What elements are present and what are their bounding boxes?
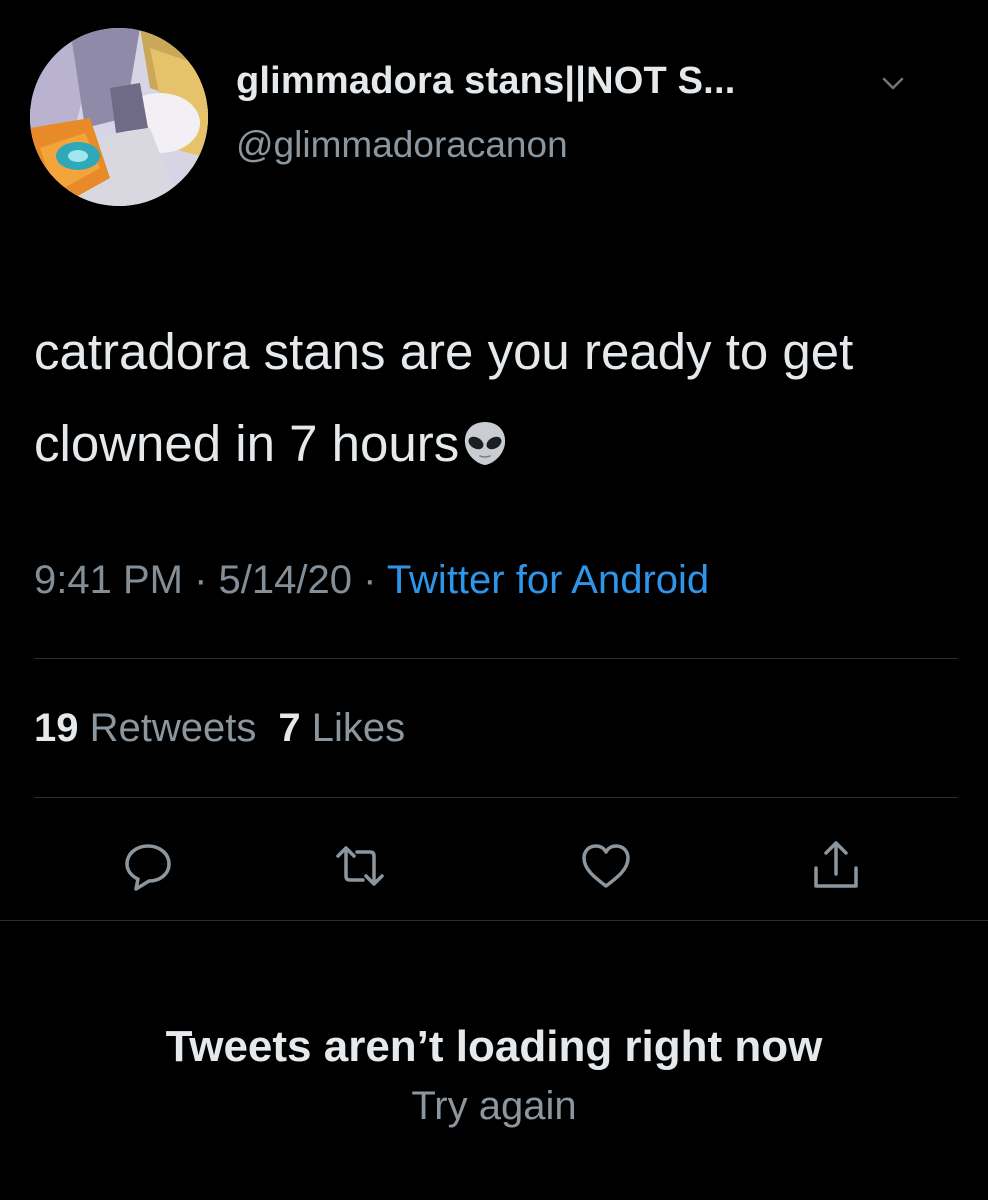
- reply-icon: [125, 844, 171, 891]
- retweets-count: 19: [34, 706, 79, 750]
- retweet-icon: [336, 846, 384, 886]
- error-message: Tweets aren’t loading right now: [165, 1022, 823, 1071]
- tweet-metadata: 9:41 PM · 5/14/20 · Twitter for Android: [34, 558, 709, 603]
- divider: [34, 658, 958, 659]
- retweets-stat[interactable]: 19 Retweets: [34, 706, 256, 750]
- tweet-source-link[interactable]: Twitter for Android: [387, 558, 709, 602]
- tweet-stats: 19 Retweets 7 Likes: [34, 706, 405, 751]
- tweet-time: 9:41 PM: [34, 558, 183, 602]
- tweet-date: 5/14/20: [218, 558, 352, 602]
- retweet-button[interactable]: [332, 838, 388, 894]
- tweet-text: catradora stans are you ready to get clo…: [34, 306, 964, 490]
- meta-separator: ·: [182, 558, 219, 602]
- author-display-name[interactable]: glimmadora stans||NOT S...: [236, 60, 735, 103]
- retweets-label: Retweets: [89, 706, 257, 750]
- likes-label: Likes: [311, 706, 406, 750]
- alien-icon: [461, 404, 509, 465]
- avatar-image: [30, 28, 208, 206]
- tweet-body: catradora stans are you ready to get clo…: [34, 323, 854, 472]
- reply-button[interactable]: [120, 838, 176, 894]
- likes-count: 7: [278, 706, 301, 750]
- tweet-detail-page: glimmadora stans||NOT S... @glimmadoraca…: [0, 0, 988, 1200]
- like-icon: [582, 844, 630, 888]
- try-again-button[interactable]: Try again: [0, 1084, 988, 1129]
- share-button[interactable]: [808, 838, 864, 894]
- meta-separator: ·: [351, 558, 387, 602]
- avatar[interactable]: [30, 28, 208, 206]
- tweet-actions-bar: [0, 838, 988, 898]
- author-handle[interactable]: @glimmadoracanon: [236, 124, 568, 166]
- likes-stat[interactable]: 7 Likes: [278, 706, 405, 750]
- share-icon: [814, 841, 858, 888]
- like-button[interactable]: [578, 838, 634, 894]
- chevron-down-icon[interactable]: [880, 70, 906, 96]
- divider: [0, 920, 988, 921]
- divider: [34, 797, 958, 798]
